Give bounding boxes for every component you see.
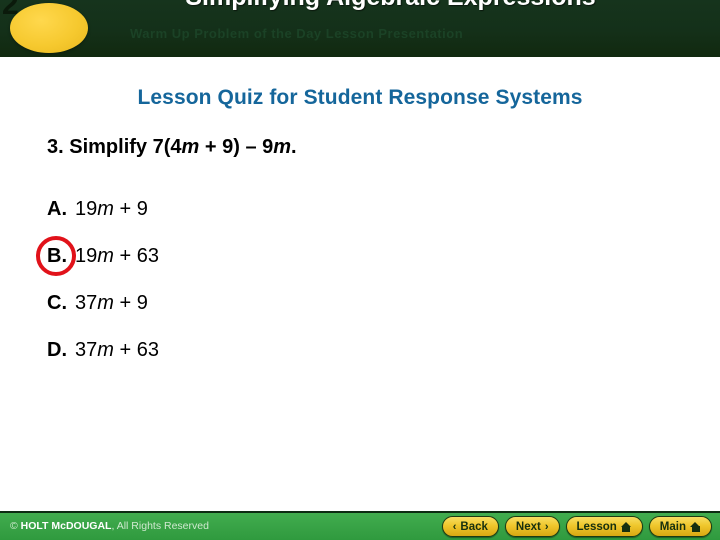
question-prompt: Simplify [69, 136, 148, 158]
answer-choice-c[interactable]: C. 37m + 9 [47, 280, 647, 327]
question-period: . [291, 136, 297, 158]
rights-text: , All Rights Reserved [111, 520, 209, 532]
choice-label-a: A. [47, 198, 67, 220]
question-text: 3. Simplify 7(4m + 9) – 9m. [47, 136, 297, 159]
question-expression-part1: 7(4 [152, 136, 182, 158]
chevron-right-icon: › [544, 520, 549, 533]
answer-choice-b[interactable]: B. 19m + 63 [36, 233, 647, 280]
page-title: Simplifying Algebraic Expressions [68, 0, 713, 12]
slide: Warm Up Problem of the Day Lesson Presen… [0, 0, 720, 540]
choice-variable-c: m [97, 292, 114, 314]
back-button-label: Back [460, 520, 488, 533]
choice-text-c: 37m + 9 [75, 292, 148, 314]
answer-choice-list: A. 19m + 9 B. 19m + 63 C. 37m + 9 D. 37m… [36, 186, 647, 374]
slide-header: Warm Up Problem of the Day Lesson Presen… [0, 0, 720, 57]
choice-variable-b: m [97, 245, 114, 267]
lesson-button-label: Lesson [576, 520, 617, 533]
choice-text-a: 19m + 9 [75, 198, 148, 220]
main-button-label: Main [659, 520, 686, 533]
home-icon [690, 521, 701, 532]
copyright-symbol: © [10, 520, 21, 532]
question-number: 3. [47, 136, 64, 158]
footer-navigation: ‹ Back Next › Lesson Main [441, 516, 712, 537]
next-button-label: Next [515, 520, 541, 533]
slide-body: Lesson Quiz for Student Response Systems… [0, 57, 720, 511]
header-watermark-text: Warm Up Problem of the Day Lesson Presen… [130, 26, 464, 41]
home-icon [620, 521, 632, 532]
choice-label-c: C. [47, 292, 67, 314]
answer-choice-d[interactable]: D. 37m + 63 [47, 327, 647, 374]
question-expression-part2: + 9) – 9 [199, 136, 274, 158]
brand-name: HOLT McDOUGAL [20, 520, 112, 532]
choice-text-d: 37m + 63 [75, 339, 159, 361]
question-variable-2: m [273, 136, 292, 158]
lesson-button[interactable]: Lesson [565, 516, 643, 537]
back-button[interactable]: ‹ Back [441, 516, 499, 537]
question-variable-1: m [181, 136, 200, 158]
chevron-left-icon: ‹ [452, 520, 457, 533]
copyright-text: © HOLT McDOUGAL, All Rights Reserved [10, 520, 209, 532]
next-button[interactable]: Next › [504, 516, 560, 537]
choice-variable-d: m [97, 339, 114, 361]
lesson-quiz-subtitle: Lesson Quiz for Student Response Systems [137, 86, 583, 109]
choice-label-b: B. [47, 245, 67, 267]
main-button[interactable]: Main [648, 516, 712, 537]
choice-text-b: 19m + 63 [75, 245, 159, 267]
choice-variable-a: m [97, 198, 114, 220]
slide-footer: © HOLT McDOUGAL, All Rights Reserved ‹ B… [0, 511, 720, 540]
answer-choice-a[interactable]: A. 19m + 9 [47, 186, 647, 233]
choice-label-d: D. [47, 339, 67, 361]
